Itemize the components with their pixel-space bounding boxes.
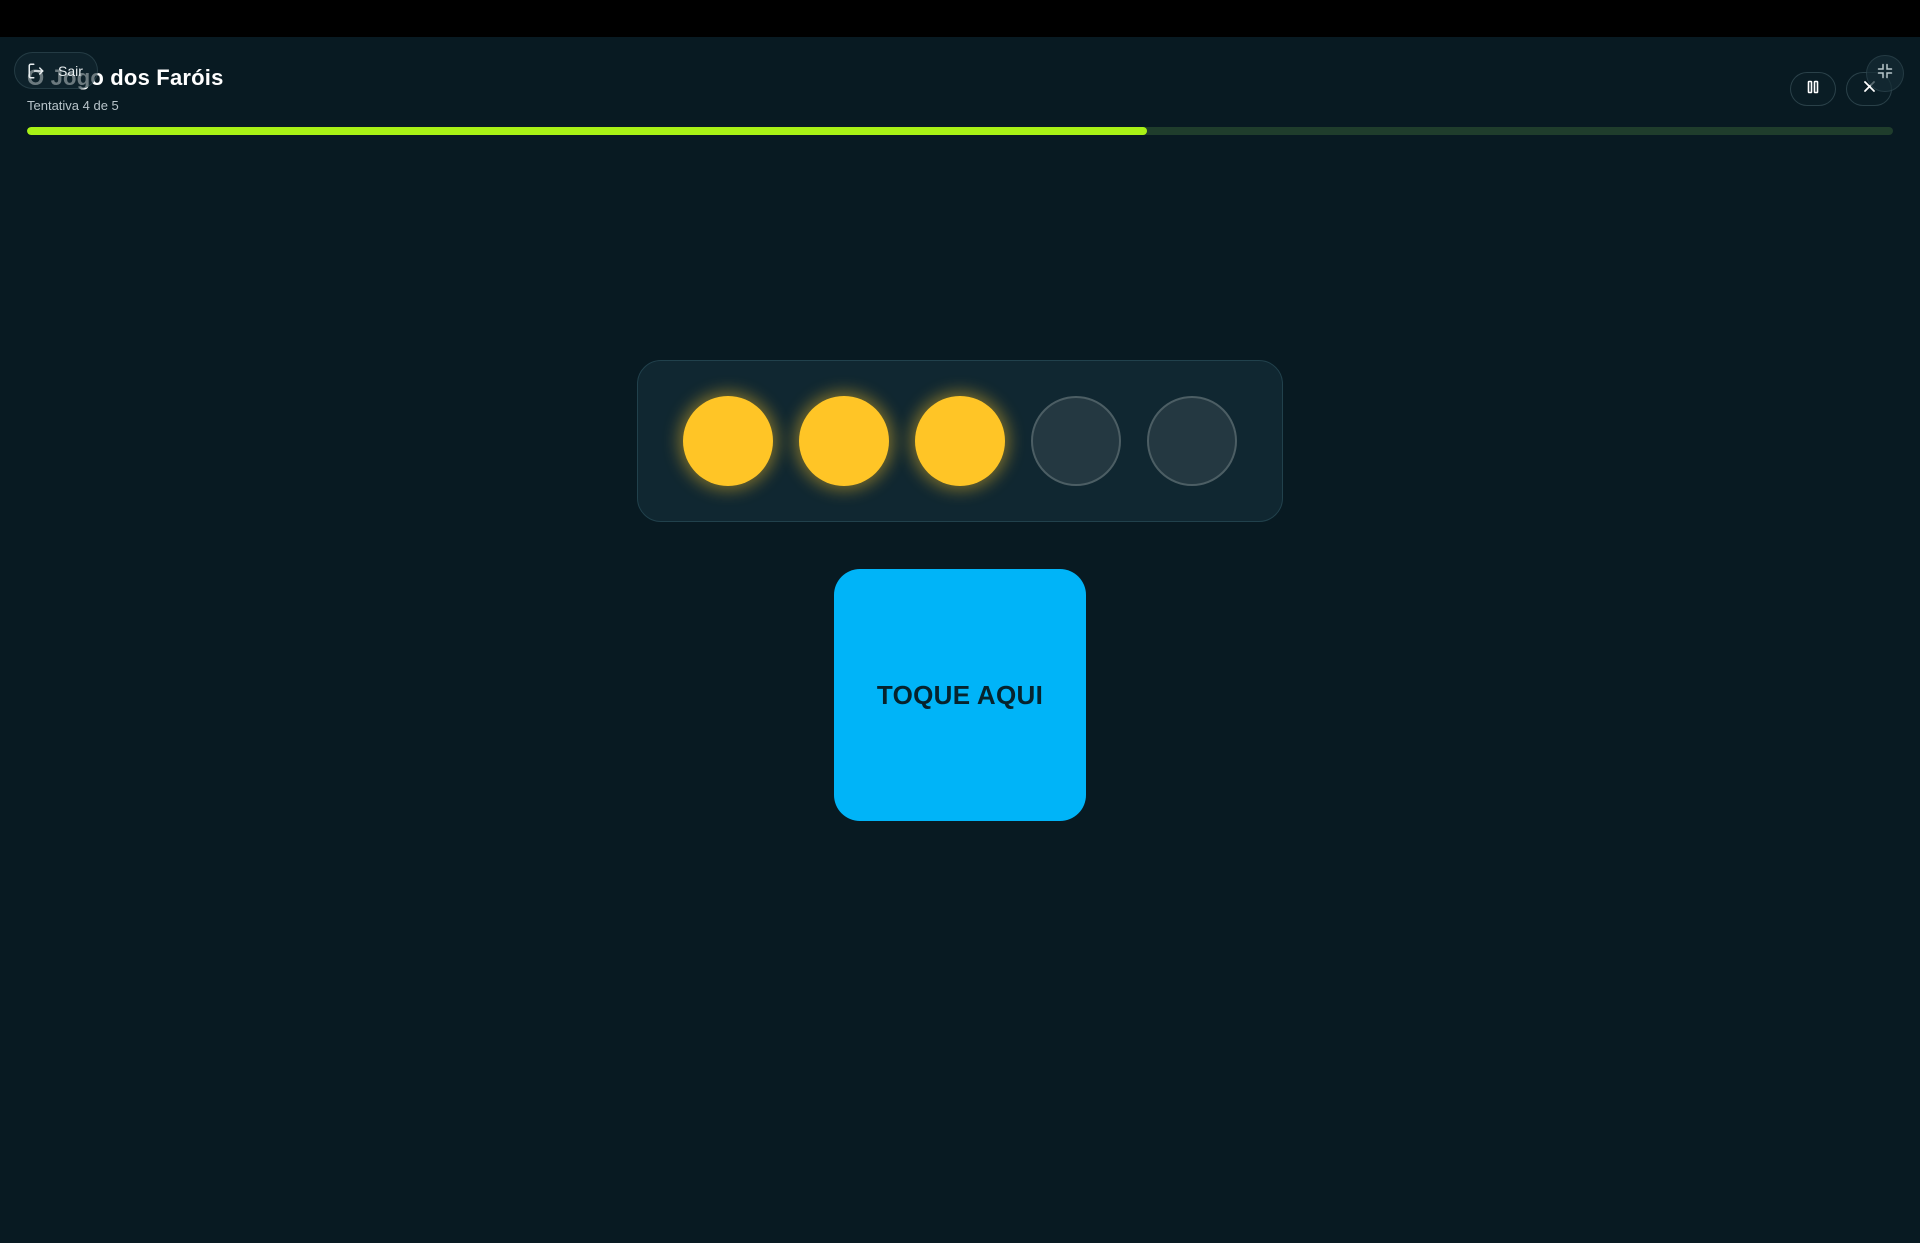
progress-bar: [27, 127, 1893, 135]
exit-icon: [27, 62, 45, 80]
game-stage: O Jogo dos Faróis Tentativa 4 de 5 Sair: [0, 37, 1920, 1243]
attempt-counter: Tentativa 4 de 5: [27, 98, 119, 113]
progress-bar-fill: [27, 127, 1147, 135]
light-4-off: [1031, 396, 1121, 486]
pause-button[interactable]: [1790, 72, 1836, 106]
exit-button-label: Sair: [58, 62, 83, 79]
lights-panel: [637, 360, 1283, 522]
exit-fullscreen-icon: [1877, 63, 1893, 84]
tap-here-button[interactable]: TOQUE AQUI: [834, 569, 1086, 821]
browser-top-bar: [0, 0, 1920, 37]
pause-icon: [1806, 80, 1820, 99]
light-3-on: [915, 396, 1005, 486]
exit-button[interactable]: Sair: [14, 52, 98, 89]
exit-fullscreen-button[interactable]: [1866, 55, 1904, 92]
light-5-off: [1147, 396, 1237, 486]
light-1-on: [683, 396, 773, 486]
light-2-on: [799, 396, 889, 486]
